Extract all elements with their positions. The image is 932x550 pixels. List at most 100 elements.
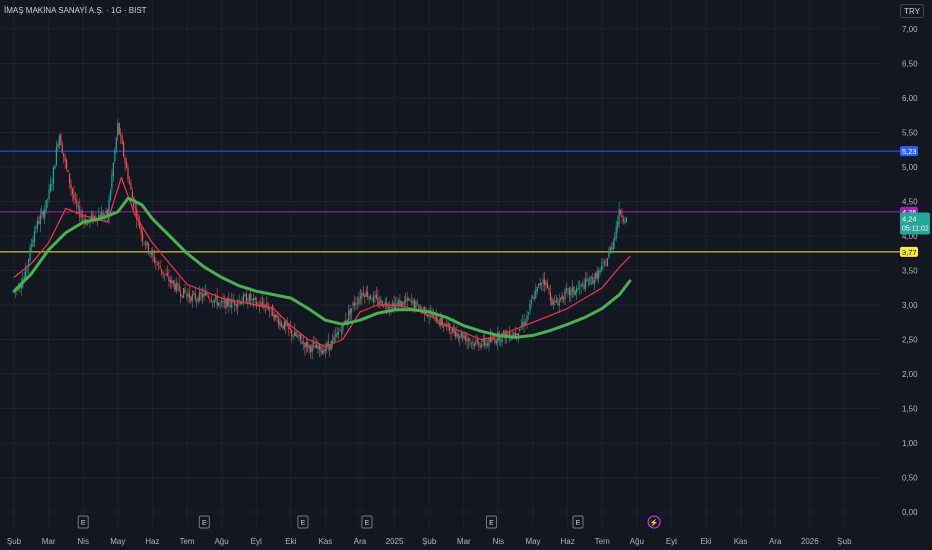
y-tick-label: 1,00 <box>902 439 918 448</box>
candle-body <box>304 343 306 348</box>
candle-body <box>291 329 293 336</box>
candle-body <box>80 216 82 217</box>
candle-body <box>266 302 268 307</box>
candle-body <box>579 286 581 287</box>
candle-body <box>339 330 341 331</box>
currency-button[interactable]: TRY <box>900 4 924 18</box>
candle-body <box>538 284 540 286</box>
x-tick-label: Şub <box>422 537 437 546</box>
candle-body <box>469 340 471 342</box>
candle-body <box>530 300 533 304</box>
candle-body <box>61 144 63 153</box>
candle-body <box>577 288 579 290</box>
x-tick-label: Eki <box>285 537 296 546</box>
candle-body <box>402 302 404 306</box>
candle-body <box>251 299 253 300</box>
candle-body <box>573 286 575 294</box>
candle-body <box>310 346 312 352</box>
candle-body <box>317 346 319 349</box>
candle-body <box>109 190 112 201</box>
candle-body <box>476 339 478 342</box>
candle-body <box>218 302 220 307</box>
x-tick-label: Mar <box>457 537 471 546</box>
earnings-event-label: E <box>489 520 494 527</box>
candle-body <box>475 341 477 345</box>
candle-body <box>320 346 322 353</box>
candle-body <box>45 199 47 212</box>
symbol-title[interactable]: İMAŞ MAKİNA SANAYİ A.Ş. · 1G · BIST <box>4 6 147 15</box>
candle-body <box>333 336 335 341</box>
candle-body <box>467 337 470 341</box>
x-tick-label: Şub <box>837 537 852 546</box>
candle-body <box>318 344 321 350</box>
candle-body <box>55 147 57 166</box>
earnings-event-label: E <box>576 520 581 527</box>
candle-body <box>285 321 287 326</box>
candle-body <box>187 294 189 297</box>
candle-body <box>618 209 620 224</box>
candle-body <box>209 298 211 300</box>
x-tick-label: Eyl <box>251 537 262 546</box>
candle-body <box>438 322 440 325</box>
candle-body <box>203 293 205 297</box>
y-tick-label: 2,50 <box>902 336 918 345</box>
candle-body <box>33 231 36 242</box>
candle-body <box>51 184 53 186</box>
candle-body <box>437 322 439 325</box>
candle-body <box>191 294 193 302</box>
candle-body <box>481 343 483 348</box>
candle-body <box>574 291 576 296</box>
candle-body <box>162 271 164 275</box>
candle-body <box>375 294 378 298</box>
y-tick-label: 3,00 <box>902 301 918 310</box>
candle-body <box>586 278 588 282</box>
candle-body <box>82 216 84 218</box>
candle-body <box>329 344 331 350</box>
y-tick-label: 1,50 <box>902 405 918 414</box>
candle-body <box>396 303 398 305</box>
candle-body <box>365 291 367 297</box>
earnings-event-label: E <box>365 520 370 527</box>
candle-body <box>590 277 592 278</box>
candle-body <box>38 221 40 224</box>
candle-body <box>165 274 167 276</box>
candle-body <box>514 332 516 336</box>
y-tick-label: 5,50 <box>902 129 918 138</box>
candle-body <box>612 241 614 250</box>
candle-body <box>166 273 169 276</box>
candle-body <box>619 210 622 215</box>
price-chart[interactable]: 0,000,501,001,502,002,503,003,504,004,50… <box>0 0 932 550</box>
candle-body <box>213 299 215 303</box>
candle-body <box>552 301 554 305</box>
candle-body <box>60 134 62 145</box>
y-tick-label: 3,50 <box>902 267 918 276</box>
candle-body <box>49 184 52 191</box>
candle-body <box>351 308 353 313</box>
candle-body <box>294 331 296 336</box>
candle-body <box>143 242 145 244</box>
candle-body <box>226 298 228 307</box>
candle-body <box>308 345 310 348</box>
candle-body <box>201 294 204 298</box>
candle-body <box>323 349 325 353</box>
candle-body <box>602 263 604 264</box>
candle-body <box>177 283 179 285</box>
candle-body <box>219 302 221 303</box>
candle-body <box>286 324 288 326</box>
candle-body <box>296 336 299 338</box>
candle-body <box>593 280 595 285</box>
candle-body <box>405 300 407 302</box>
candle-body <box>543 279 546 285</box>
candle-body <box>275 314 277 318</box>
candle-body <box>185 294 188 295</box>
candle-body <box>519 328 521 332</box>
candle-body <box>581 283 584 285</box>
candle-body <box>315 344 318 349</box>
candle-body <box>222 301 224 303</box>
candle-body <box>503 330 505 333</box>
candle-body <box>301 340 303 344</box>
candle-body <box>422 307 424 309</box>
x-tick-label: May <box>110 537 125 546</box>
candle-body <box>248 294 250 303</box>
candle-body <box>152 250 154 256</box>
